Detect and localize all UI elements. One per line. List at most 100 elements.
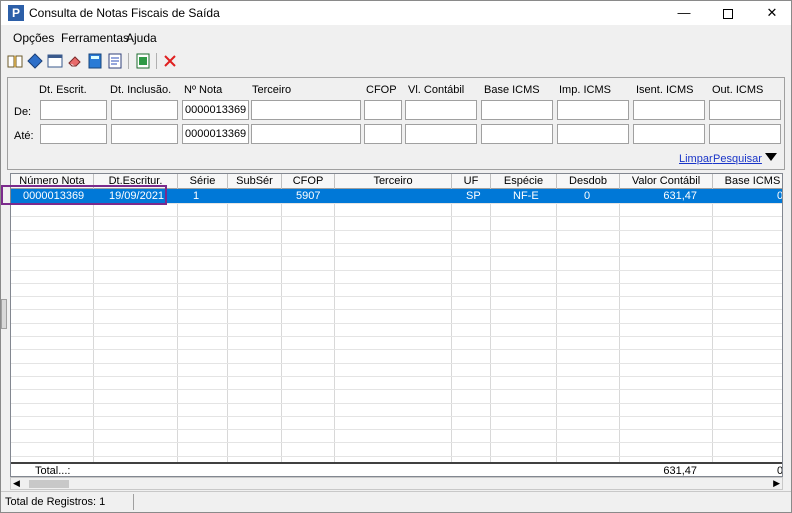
cell-uf: SP — [466, 190, 481, 202]
selection-highlight-box — [1, 185, 167, 205]
grid-row-line — [11, 403, 782, 404]
terceiro-ate-input[interactable] — [251, 124, 361, 144]
maximize-button[interactable] — [705, 1, 751, 25]
toolbar-separator — [128, 53, 129, 69]
pesquisar-link[interactable]: Pesquisar — [713, 153, 762, 165]
header-out-icms: Out. ICMS — [712, 84, 764, 96]
toolbar-separator — [156, 53, 157, 69]
base-icms-de-input[interactable] — [481, 100, 553, 120]
header-terceiro: Terceiro — [252, 84, 292, 96]
isent-icms-de-input[interactable] — [633, 100, 705, 120]
grid-row-line — [11, 349, 782, 350]
col-serie[interactable]: Série — [178, 174, 228, 189]
imp-icms-ate-input[interactable] — [557, 124, 629, 144]
col-cfop[interactable]: CFOP — [282, 174, 335, 189]
grid-row-line — [11, 309, 782, 310]
isent-icms-ate-input[interactable] — [633, 124, 705, 144]
imp-icms-de-input[interactable] — [557, 100, 629, 120]
total-valor-contabil: 631,47 — [663, 465, 697, 477]
grid-row-line — [11, 336, 782, 337]
total-label: Total...: — [35, 465, 71, 477]
grid-row-line — [11, 389, 782, 390]
total-base-icms: 0 — [777, 465, 783, 477]
base-icms-ate-input[interactable] — [481, 124, 553, 144]
status-bar: Total de Registros: 1 — [1, 491, 791, 512]
toolbar — [1, 50, 791, 72]
grid-total-row: Total...: 631,47 0 — [11, 462, 783, 477]
label-ate: Até: — [14, 130, 34, 142]
header-vl-contabil: Vl. Contábil — [408, 84, 465, 96]
col-especie[interactable]: Espécie — [491, 174, 557, 189]
col-uf[interactable]: UF — [452, 174, 491, 189]
app-icon: P — [8, 5, 24, 21]
eraser-icon[interactable] — [67, 53, 83, 69]
dt-inclusao-ate-input[interactable] — [111, 124, 178, 144]
menu-ajuda[interactable]: Ajuda — [126, 31, 157, 45]
grid-row-line — [11, 429, 782, 430]
numero-nota-de-input[interactable]: 0000013369 — [182, 100, 249, 120]
header-dt-inclusao: Dt. Inclusão. — [110, 84, 172, 96]
dt-inclusao-de-input[interactable] — [111, 100, 178, 120]
cell-especie: NF-E — [513, 190, 539, 202]
dt-escrit-ate-input[interactable] — [40, 124, 107, 144]
vl-contabil-ate-input[interactable] — [405, 124, 477, 144]
grid-row-line — [11, 256, 782, 257]
scroll-thumb[interactable] — [29, 480, 69, 488]
header-isent-icms: Isent. ICMS — [636, 84, 694, 96]
out-icms-ate-input[interactable] — [709, 124, 781, 144]
open-book-icon[interactable] — [7, 53, 23, 69]
terceiro-de-input[interactable] — [251, 100, 361, 120]
menu-ferramentas[interactable]: Ferramentas — [61, 31, 129, 45]
menu-bar: Opções Ferramentas Ajuda — [1, 28, 791, 48]
blue-diamond-icon[interactable] — [27, 53, 43, 69]
scroll-left-icon[interactable]: ◀ — [13, 478, 20, 489]
cell-desdob: 0 — [584, 190, 591, 202]
grid-row-line — [11, 456, 782, 457]
calculator-icon[interactable] — [87, 53, 103, 69]
header-cfop: CFOP — [366, 84, 397, 96]
dt-escrit-de-input[interactable] — [40, 100, 107, 120]
grid-row-line — [11, 442, 782, 443]
grid-row-line — [11, 230, 782, 231]
horizontal-scrollbar[interactable]: ◀ ▶ — [10, 477, 783, 490]
grid-row-line — [11, 243, 782, 244]
grid-row-line — [11, 283, 782, 284]
col-base-icms[interactable]: Base ICMS — [713, 174, 782, 189]
menu-opcoes[interactable]: Opções — [13, 31, 54, 45]
cell-valor-contabil: 631,47 — [663, 190, 697, 202]
status-separator — [133, 494, 134, 510]
window-icon[interactable] — [47, 53, 63, 69]
header-imp-icms: Imp. ICMS — [559, 84, 611, 96]
col-terceiro[interactable]: Terceiro — [335, 174, 452, 189]
window-title: Consulta de Notas Fiscais de Saída — [29, 6, 220, 20]
grid-row-line — [11, 270, 782, 271]
grid-row-line — [11, 416, 782, 417]
grid-body: 0000013369 19/09/2021 1 5907 SP NF-E 0 6… — [11, 189, 782, 462]
grid-row-line — [11, 296, 782, 297]
cfop-ate-input[interactable] — [364, 124, 402, 144]
col-subser[interactable]: SubSér — [228, 174, 282, 189]
vl-contabil-de-input[interactable] — [405, 100, 477, 120]
main-window: P Consulta de Notas Fiscais de Saída — ✕… — [0, 0, 792, 513]
title-bar: P Consulta de Notas Fiscais de Saída — ✕ — [1, 1, 791, 25]
cfop-de-input[interactable] — [364, 100, 402, 120]
numero-nota-ate-input[interactable]: 0000013369 — [182, 124, 249, 144]
out-icms-de-input[interactable] — [709, 100, 781, 120]
report-icon[interactable] — [107, 53, 123, 69]
grid-row-line — [11, 376, 782, 377]
col-desdob[interactable]: Desdob — [557, 174, 620, 189]
notas-grid[interactable]: Número Nota Dt.Escritur. Série SubSér CF… — [10, 173, 783, 477]
header-dt-escrit: Dt. Escrit. — [39, 84, 87, 96]
scroll-right-icon[interactable]: ▶ — [773, 478, 780, 489]
header-numero-nota: Nº Nota — [184, 84, 223, 96]
side-panel-handle[interactable] — [1, 299, 7, 329]
cell-cfop: 5907 — [296, 190, 321, 202]
export-excel-icon[interactable] — [135, 53, 151, 69]
limpar-link[interactable]: Limpar — [679, 153, 713, 165]
minimize-button[interactable]: — — [661, 1, 707, 25]
delete-x-icon[interactable] — [162, 53, 178, 69]
close-button[interactable]: ✕ — [749, 1, 792, 25]
expand-arrow-icon[interactable] — [762, 149, 780, 165]
col-valor-contabil[interactable]: Valor Contábil — [620, 174, 713, 189]
total-registros-text: Total de Registros: 1 — [5, 496, 106, 508]
